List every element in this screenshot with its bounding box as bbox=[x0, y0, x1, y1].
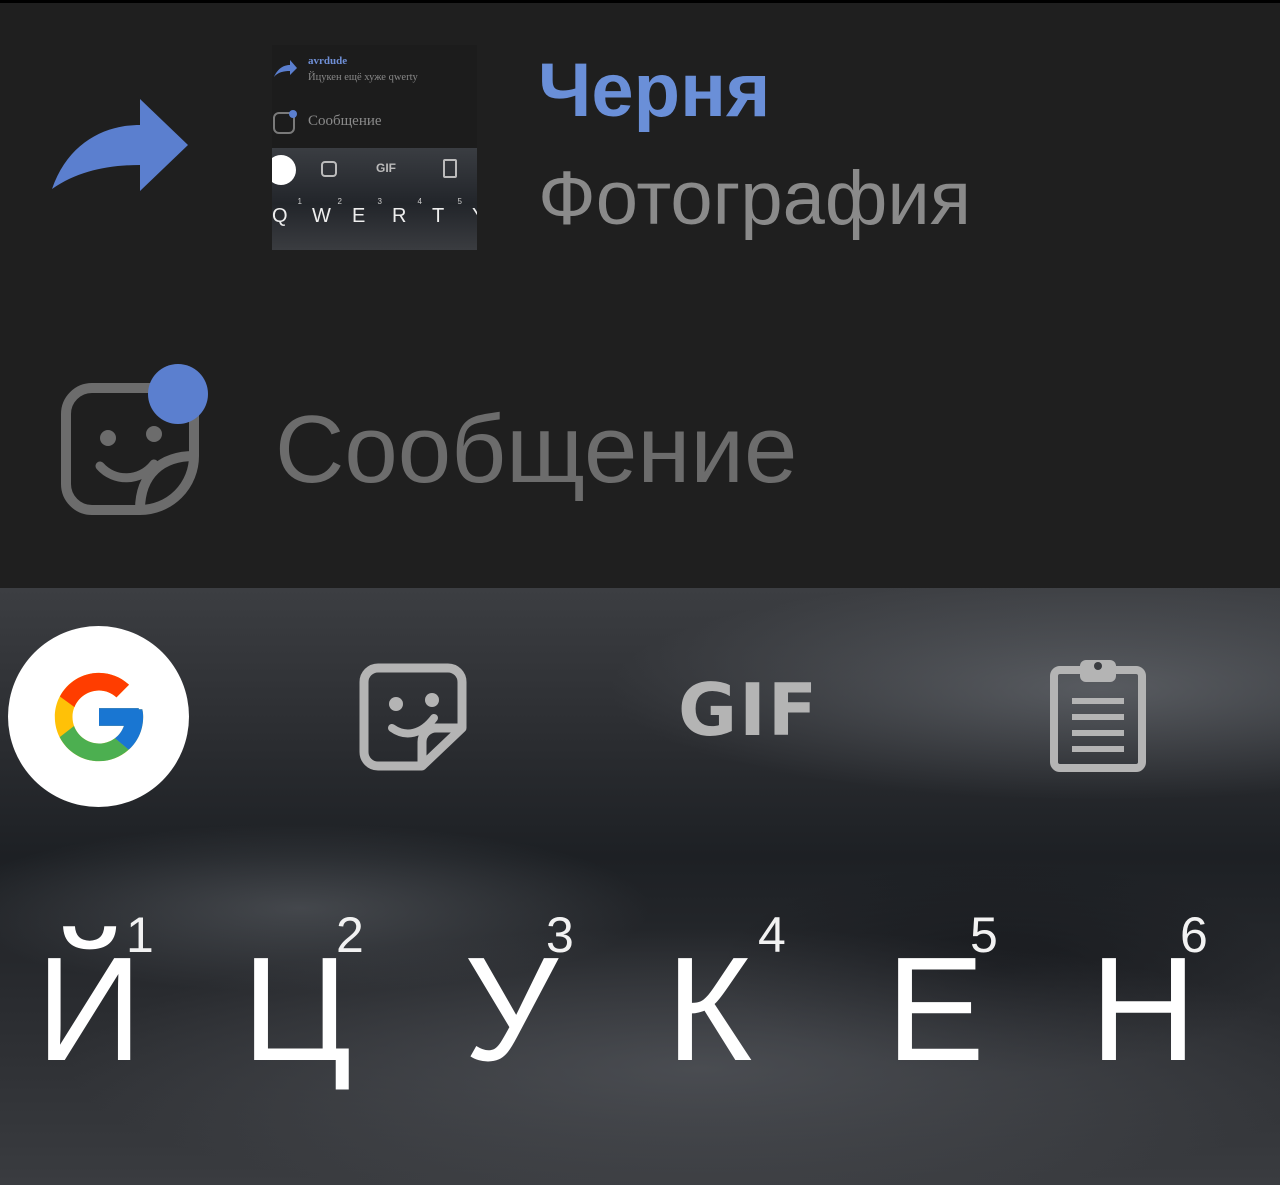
thumbnail-key: Q1 bbox=[272, 197, 302, 227]
key-й[interactable]: 1 Й bbox=[0, 888, 212, 1108]
forward-message-type: Фотография bbox=[538, 156, 971, 241]
key-у[interactable]: 3 У bbox=[424, 888, 636, 1108]
key-е[interactable]: 5 Е bbox=[848, 888, 1060, 1108]
key-hint: 4 bbox=[758, 907, 786, 963]
key-к[interactable]: 4 К bbox=[636, 888, 848, 1108]
key-letter: Е bbox=[886, 927, 985, 1092]
thumbnail-key: R4 bbox=[392, 197, 422, 227]
key-н[interactable]: 6 Н bbox=[1060, 888, 1272, 1108]
thumbnail-keyboard-sticker-icon bbox=[321, 161, 337, 177]
thumbnail-clipboard-icon bbox=[443, 159, 457, 178]
thumbnail-key: T5 bbox=[432, 197, 462, 227]
key-letter: К bbox=[666, 927, 753, 1092]
telegram-composer-screen: avrdude Йцукен ещё хуже qwerty Сообщение… bbox=[0, 0, 1280, 1185]
key-letter: Й bbox=[36, 927, 143, 1092]
message-input[interactable] bbox=[275, 395, 1175, 505]
keyboard-toolbar: GIF bbox=[0, 588, 1280, 850]
thumbnail-chat-area: avrdude Йцукен ещё хуже qwerty Сообщение bbox=[272, 45, 477, 148]
thumbnail-key: E3 bbox=[352, 197, 382, 227]
notification-badge bbox=[148, 364, 208, 424]
gif-button[interactable]: GIF bbox=[678, 674, 819, 746]
thumbnail-preview-text: Йцукен ещё хуже qwerty bbox=[308, 72, 418, 83]
thumbnail-key: Y bbox=[472, 205, 477, 228]
forward-preview-bar[interactable]: avrdude Йцукен ещё хуже qwerty Сообщение… bbox=[0, 0, 1280, 290]
clipboard-button[interactable] bbox=[1048, 654, 1148, 772]
thumbnail-key: W2 bbox=[312, 197, 342, 227]
thumbnail-forward-icon bbox=[274, 60, 297, 77]
google-search-button[interactable] bbox=[8, 626, 189, 807]
soft-keyboard: GIF 1 Й 2 Ц 3 У 4 К 5 Е 6 Н bbox=[0, 588, 1280, 1185]
sticker-emoji-button[interactable] bbox=[50, 360, 216, 520]
key-letter: У bbox=[464, 927, 559, 1092]
thumbnail-key-row: Q1 W2 E3 R4 T5 Y bbox=[272, 197, 477, 228]
google-icon bbox=[54, 672, 144, 762]
key-ц[interactable]: 2 Ц bbox=[212, 888, 424, 1108]
key-letter: Ц bbox=[242, 927, 352, 1092]
forwarded-photo-thumbnail[interactable]: avrdude Йцукен ещё хуже qwerty Сообщение… bbox=[272, 45, 477, 250]
forward-sender-name: Черня bbox=[538, 48, 771, 133]
thumbnail-sender-name: avrdude bbox=[308, 55, 348, 67]
keyboard-row-1: 1 Й 2 Ц 3 У 4 К 5 Е 6 Н bbox=[0, 888, 1280, 1108]
thumbnail-gif-label: GIF bbox=[376, 161, 396, 175]
forward-arrow-icon bbox=[52, 99, 188, 191]
thumbnail-message-placeholder: Сообщение bbox=[308, 113, 382, 129]
thumbnail-sticker-icon bbox=[273, 110, 297, 134]
key-letter: Н bbox=[1090, 927, 1197, 1092]
keyboard-sticker-button[interactable] bbox=[356, 662, 470, 772]
